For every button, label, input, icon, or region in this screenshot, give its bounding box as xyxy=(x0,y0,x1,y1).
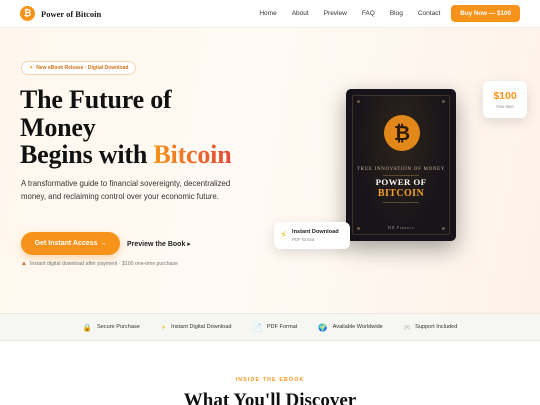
corner-ornament-icon xyxy=(442,100,445,103)
trust-item-label: Support Included xyxy=(415,324,458,330)
buy-now-button[interactable]: Buy Now — $100 xyxy=(451,5,520,22)
book-title-line-1: POWER OF xyxy=(375,177,427,187)
release-badge: ✦ New eBook Release · Digital Download xyxy=(21,61,137,75)
nav-link-about[interactable]: About xyxy=(292,10,309,17)
nav-link-contact[interactable]: Contact xyxy=(418,10,440,17)
trust-item-label: Secure Purchase xyxy=(96,324,140,330)
top-nav: ₿ Power of Bitcoin Home About Preview FA… xyxy=(0,0,540,28)
nav-link-preview[interactable]: Preview xyxy=(324,10,347,17)
section-title: What You'll Discover xyxy=(183,390,357,405)
bolt-icon: ⚡ xyxy=(160,322,167,332)
headline-accent: Bitcoin xyxy=(153,140,232,169)
nav-link-blog[interactable]: Blog xyxy=(390,10,403,17)
book-kicker: TRUE INNOVATION OF MONEY xyxy=(356,167,446,172)
hero-headline: The Future of Money Begins with Bitcoin xyxy=(20,85,232,169)
headline-line-3-prefix: Begins with xyxy=(20,140,154,169)
book-title: POWER OF BITCOIN xyxy=(353,177,449,199)
corner-ornament-icon xyxy=(357,100,360,103)
trust-item-support: ✉ Support Included xyxy=(404,323,458,332)
purchase-note: ▲ Instant digital download after payment… xyxy=(21,261,178,267)
nav-link-home[interactable]: Home xyxy=(259,10,276,17)
price-sub: One-time xyxy=(496,104,514,109)
brand-name: Power of Bitcoin xyxy=(41,8,102,19)
price-value: $100 xyxy=(493,90,517,102)
release-badge-text: New eBook Release · Digital Download xyxy=(36,65,129,71)
instant-download-title: Instant Download xyxy=(292,229,339,236)
headline-line-1: The Future of xyxy=(20,85,172,114)
trust-item-label: Available Worldwide xyxy=(332,324,383,330)
nav-links: Home About Preview FAQ Blog Contact Buy … xyxy=(244,5,520,22)
instant-download-sub: PDF format xyxy=(292,236,314,242)
instant-download-text: Instant Download PDF format xyxy=(292,229,339,242)
book-author: MD Finance xyxy=(387,226,415,230)
book-title-line-2: BITCOIN xyxy=(377,188,425,199)
bitcoin-logo-icon: ₿ xyxy=(20,6,35,21)
trust-item-download: ⚡ Instant Digital Download xyxy=(161,323,232,332)
instant-download-card: ⚡ Instant Download PDF format xyxy=(274,222,350,249)
lightning-icon: ⚡ xyxy=(280,230,288,241)
trust-item-label: Instant Digital Download xyxy=(171,324,232,330)
globe-icon: 🌍 xyxy=(318,322,328,332)
book-cover-frame: ₿ TRUE INNOVATION OF MONEY POWER OF BITC… xyxy=(352,95,450,235)
trust-item-pdf: 📄 PDF Format xyxy=(252,323,297,332)
book-divider xyxy=(383,175,419,176)
trust-bar: 🔒 Secure Purchase ⚡ Instant Digital Down… xyxy=(0,313,540,341)
pdf-icon: 📄 xyxy=(252,322,262,332)
trust-item-secure: 🔒 Secure Purchase xyxy=(83,323,140,332)
download-icon: ▲ xyxy=(21,261,27,267)
book-divider xyxy=(383,202,419,203)
inside-ebook-section: INSIDE THE EBOOK What You'll Discover xyxy=(0,341,540,405)
book-cover[interactable]: ₿ TRUE INNOVATION OF MONEY POWER OF BITC… xyxy=(346,89,456,241)
get-instant-access-button[interactable]: Get Instant Access → xyxy=(21,232,120,255)
nav-link-faq[interactable]: FAQ xyxy=(362,10,375,17)
section-eyebrow: INSIDE THE EBOOK xyxy=(235,377,305,383)
hero-subtext: A transformative guide to financial sove… xyxy=(21,179,231,201)
corner-ornament-icon xyxy=(357,227,360,230)
trust-item-worldwide: 🌍 Available Worldwide xyxy=(318,323,383,332)
price-card: $100 One-time xyxy=(483,81,527,118)
mail-icon: ✉ xyxy=(403,322,411,332)
purchase-note-text: Instant digital download after payment ·… xyxy=(29,261,178,267)
sparkle-icon: ✦ xyxy=(29,65,34,71)
lock-icon: 🔒 xyxy=(82,322,92,332)
bitcoin-coin-icon: ₿ xyxy=(384,115,420,151)
brand[interactable]: ₿ Power of Bitcoin xyxy=(20,6,101,21)
corner-ornament-icon xyxy=(442,227,445,230)
trust-item-label: PDF Format xyxy=(266,324,298,330)
headline-line-2: Money xyxy=(20,112,96,142)
preview-book-link[interactable]: Preview the Book ▸ xyxy=(127,232,191,255)
hero-section: ✦ New eBook Release · Digital Download T… xyxy=(0,28,540,313)
